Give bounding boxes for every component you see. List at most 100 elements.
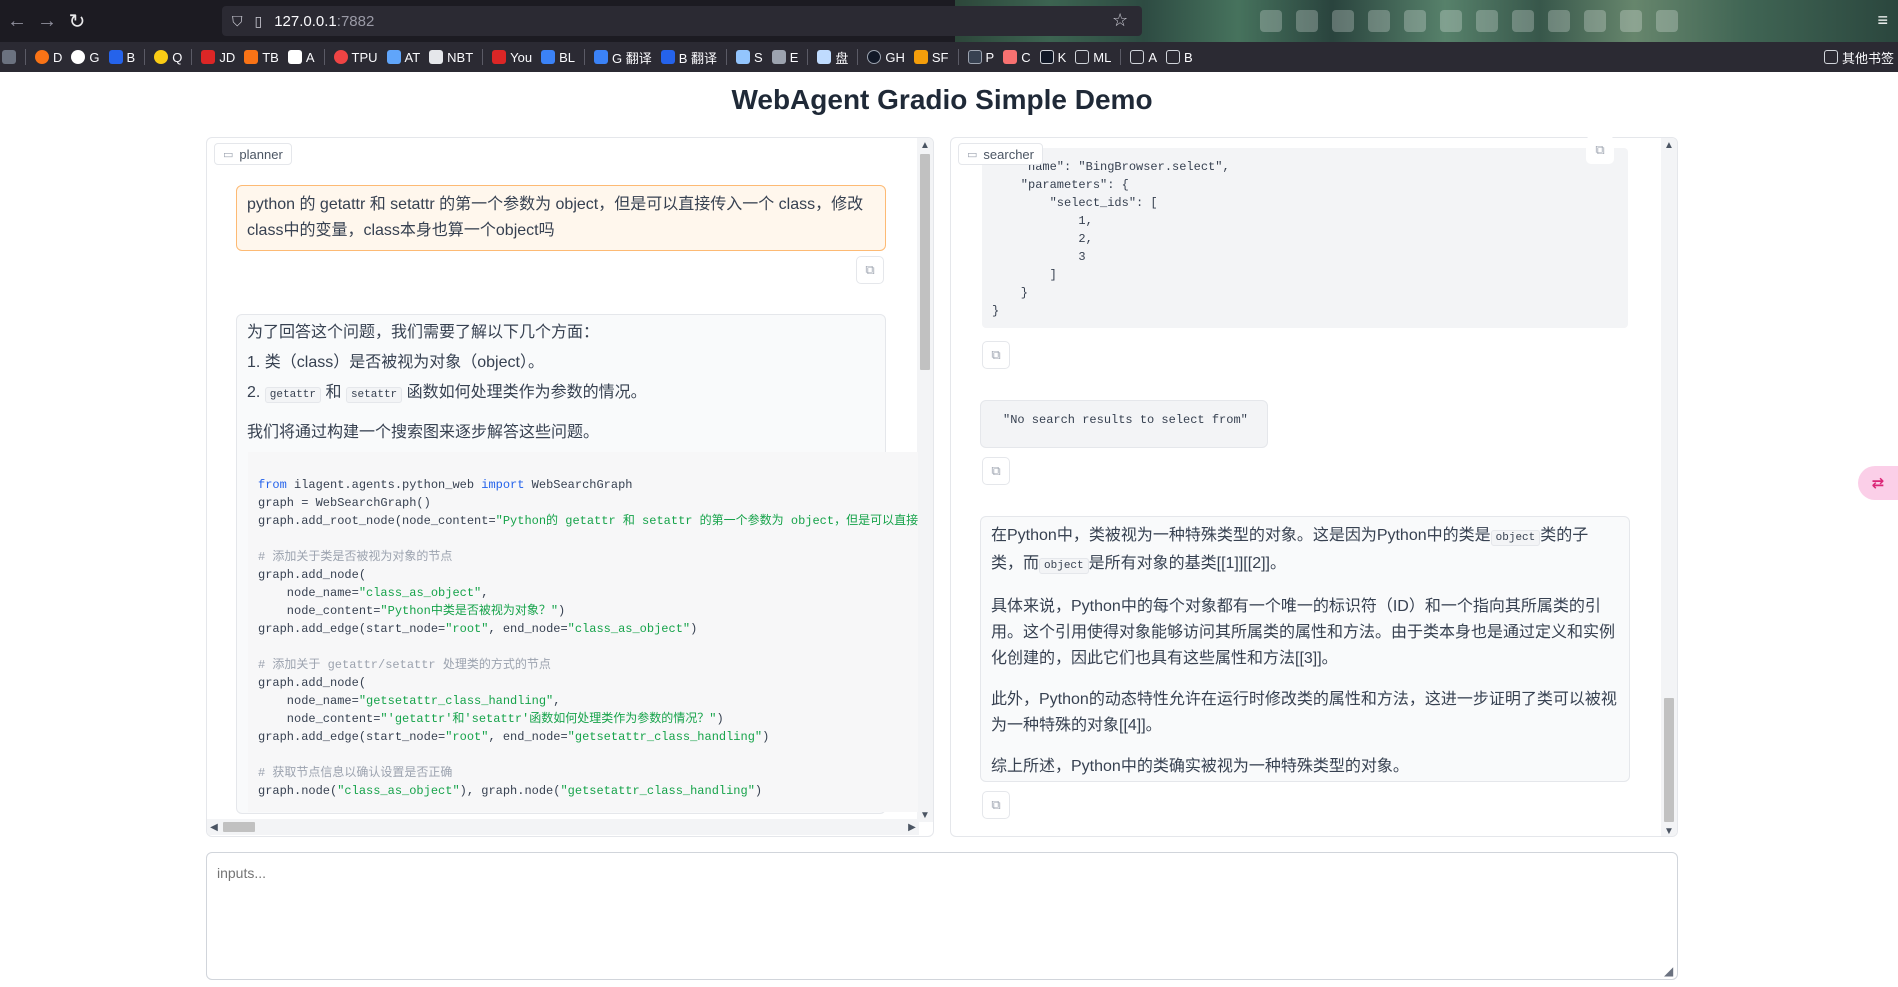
code-token: "class_as_object" [567,622,691,636]
bookmark-item[interactable]: E [771,50,798,65]
bookmark-item[interactable]: K [1039,49,1067,65]
scroll-right-icon[interactable]: ▶ [905,819,919,835]
bookmark-item[interactable]: GH [867,50,905,65]
code-token: from [258,478,287,492]
bookmark-label: A [1148,49,1157,65]
bookmark-item[interactable]: SF [913,49,949,65]
copy-button[interactable]: ⧉ [982,457,1010,485]
bookmark-label: P [985,49,995,65]
bookmark-item[interactable]: A [1130,50,1157,65]
menu-icon[interactable]: ≡ [1877,10,1888,31]
copy-button[interactable]: ⧉ [982,791,1010,819]
bookmark-favicon [1039,50,1054,64]
shield-icon[interactable]: ⛉ [232,13,243,30]
bookmark-favicon [429,50,444,64]
extension-icon[interactable] [1584,10,1606,32]
bookmark-item[interactable]: TPU [333,50,378,65]
bookmark-folder[interactable] [2,50,16,64]
copy-button[interactable]: ⧉ [1586,136,1614,164]
reply-item-1: 1. 类（class）是否被视为对象（object）。 [247,354,544,371]
forward-icon[interactable]: → [32,6,62,36]
bookmark-item[interactable]: D [35,50,62,65]
extension-icon[interactable] [1656,10,1678,32]
bookmark-item[interactable]: ML [1075,50,1111,65]
bookmark-item[interactable]: S [736,50,763,65]
reply-intro: 为了回答这个问题，我们需要了解以下几个方面： [247,324,600,341]
bookmark-favicon [492,50,507,64]
bookmark-star-icon[interactable]: ☆ [1112,10,1128,31]
bookmark-label: BL [559,49,575,65]
bookmark-item[interactable]: Q [154,50,182,65]
scroll-thumb[interactable] [1664,698,1674,822]
scroll-up-icon[interactable]: ▲ [917,138,933,152]
extension-icon[interactable] [1332,10,1354,32]
extension-icon[interactable] [1512,10,1534,32]
hscroll-thumb[interactable] [223,822,255,832]
no-results-text: "No search results to select from" [1003,413,1248,427]
bookmark-favicon [35,50,49,64]
extension-icon[interactable] [1620,10,1642,32]
planner-hscrollbar[interactable]: ◀ ▶ [207,819,919,835]
bookmark-item[interactable]: AT [386,50,420,65]
scroll-down-icon[interactable]: ▼ [917,808,933,822]
code-token: node_content= [258,712,381,726]
code-line: node_name="getsetattr_class_handling", [258,692,918,710]
back-icon[interactable]: ← [2,6,32,36]
bookmark-label: K [1057,49,1067,65]
code-line: from ilagent.agents.python_web import We… [258,476,918,494]
code-token: ilagent.agents.python_web [286,478,482,492]
bookmark-favicon [154,50,169,64]
planner-scrollbar[interactable]: ▲ ▼ [917,138,933,822]
bookmark-item[interactable]: NBT [429,50,473,65]
extension-icon[interactable] [1476,10,1498,32]
code-token: graph.add_edge(start_node= [258,622,446,636]
bookmark-item[interactable]: BL [541,50,575,65]
code-token: "root" [445,622,489,636]
reply-item-2: 2. getattr 和 setattr 函数如何处理类作为参数的情况。 [247,380,647,408]
scroll-down-icon[interactable]: ▼ [1661,824,1677,837]
translate-icon[interactable]: ⇄ [1858,466,1898,500]
other-bookmarks[interactable]: 其他书签 [1823,42,1898,72]
bookmark-item[interactable]: C [1003,49,1031,65]
scroll-thumb[interactable] [920,154,930,370]
bookmark-label: 盘 [835,50,849,66]
searcher-scrollbar[interactable]: ▲ ▼ [1661,138,1677,837]
bookmark-item[interactable]: G 翻译 [594,48,652,67]
bookmark-item[interactable]: 盘 [817,48,848,67]
copy-button[interactable]: ⧉ [982,341,1010,369]
chat-input[interactable] [206,852,1678,980]
bookmark-label: SF [931,49,949,65]
extension-icon[interactable] [1548,10,1570,32]
bookmark-item[interactable]: G [71,50,100,65]
address-bar[interactable]: ⛉ ▯ 127.0.0.1:7882 [222,6,1142,36]
extension-icon[interactable] [1440,10,1462,32]
code-token: import [481,478,525,492]
folder-icon [1823,50,1838,64]
extension-icon[interactable] [1260,10,1282,32]
extension-icon[interactable] [1368,10,1390,32]
code-token: , end_node= [488,622,568,636]
bookmark-separator [1120,49,1122,65]
bookmark-item[interactable]: A [287,50,315,65]
bookmark-label: C [1021,49,1031,65]
code-token: node_name= [258,586,359,600]
bookmark-item[interactable]: B [1165,50,1193,65]
bookmark-item[interactable]: P [967,49,995,65]
reload-icon[interactable]: ↻ [62,6,92,36]
extension-icon[interactable] [1404,10,1426,32]
json-line: 3 [992,250,1086,264]
bookmark-item[interactable]: B 翻译 [660,48,717,67]
copy-button[interactable]: ⧉ [856,256,884,284]
scroll-left-icon[interactable]: ◀ [207,819,221,835]
scroll-up-icon[interactable]: ▲ [1661,138,1677,152]
bookmark-item[interactable]: JD [201,50,235,65]
bookmark-item[interactable]: B [108,50,135,65]
bookmark-favicon [333,50,348,64]
bookmark-item[interactable]: TB [244,50,279,65]
bookmark-item[interactable]: You [492,50,532,65]
extension-icon[interactable] [1296,10,1318,32]
code-block: from ilagent.agents.python_web import We… [248,452,918,812]
searcher-label-text: searcher [983,146,1034,162]
code-token: # 添加关于 getattr/setattr 处理类的方式的节点 [258,658,551,672]
resize-grip-icon[interactable]: ◢ [1664,964,1673,978]
